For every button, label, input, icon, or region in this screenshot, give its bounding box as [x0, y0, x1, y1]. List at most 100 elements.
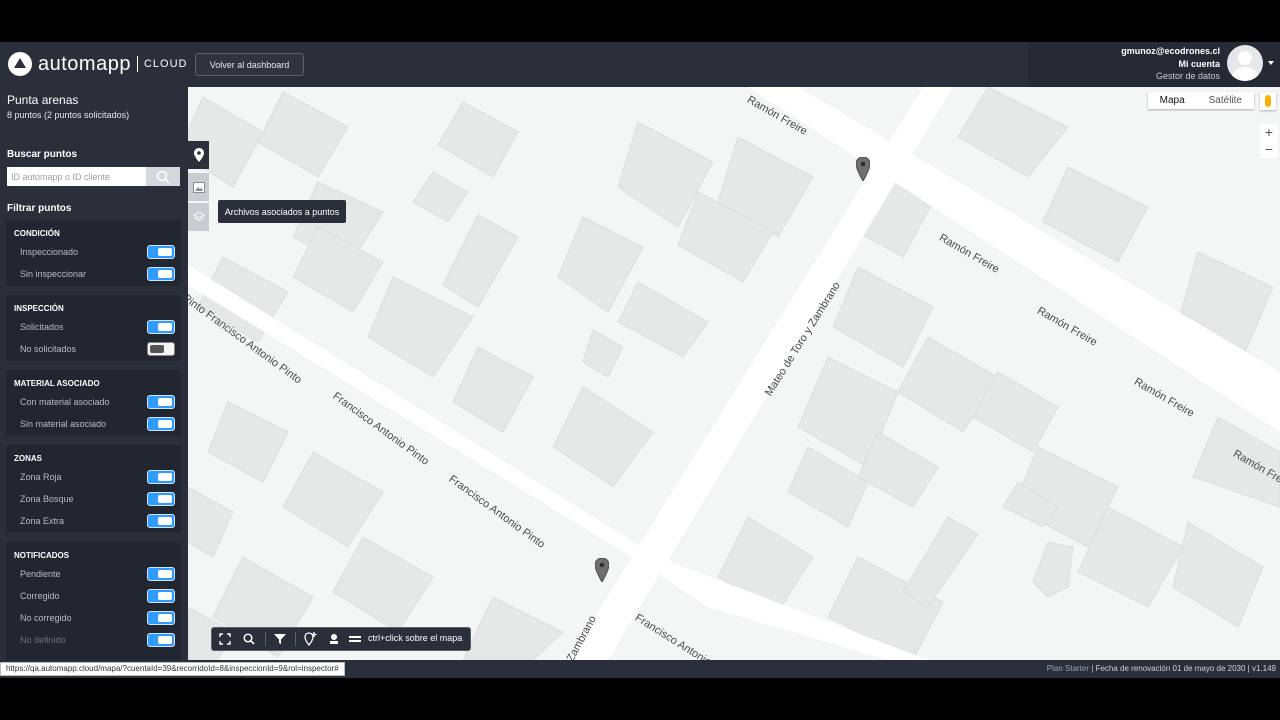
filter-toggle[interactable]: [147, 395, 175, 409]
brand-name: automapp: [38, 52, 131, 75]
map-canvas[interactable]: Ramón Freire Ramón Freire Ramón Freire R…: [188, 87, 1280, 660]
layers-icon: [192, 211, 205, 222]
search-input[interactable]: [7, 167, 146, 186]
map-bottom-toolbar: ctrl+click sobre el mapa: [211, 627, 471, 651]
status-bar: https://qa.automapp.cloud/mapa/?cuentaId…: [0, 660, 1280, 678]
filter-toggle[interactable]: [147, 470, 175, 484]
group-title: ZONAS: [14, 454, 42, 463]
filter-row: Inspeccionado: [20, 245, 175, 259]
filter-heading: Filtrar puntos: [7, 203, 72, 214]
image-file-icon: [192, 181, 205, 193]
search-button[interactable]: [146, 167, 180, 186]
map-search-button[interactable]: [238, 628, 260, 650]
app-window: automapp CLOUD Volver al dashboard gmuno…: [0, 42, 1280, 678]
layers-tool[interactable]: [188, 203, 209, 231]
filter-row: No solicitados: [20, 342, 175, 356]
filter-toggle[interactable]: [147, 589, 175, 603]
filter-toggle[interactable]: [147, 514, 175, 528]
filter-toggle[interactable]: [147, 633, 175, 647]
plan-name: Plan Starter: [1046, 664, 1090, 673]
filter-row: Zona Extra: [20, 514, 175, 528]
toolbar-hint: ctrl+click sobre el mapa: [368, 633, 463, 643]
avatar-body: [1232, 67, 1258, 81]
filter-label: Con material asociado: [20, 397, 110, 407]
filter-row: Sin material asociado: [20, 417, 175, 431]
sidebar: Punta arenas 8 puntos (2 puntos solicita…: [0, 87, 188, 665]
filter-row: Corregido: [20, 589, 175, 603]
search-heading: Buscar puntos: [7, 149, 78, 160]
filter-toggle[interactable]: [147, 320, 175, 334]
filter-row: Pendiente: [20, 567, 175, 581]
filter-group-notificados: NOTIFICADOS Pendiente Corregido No corre…: [6, 542, 181, 665]
user-location-button[interactable]: [323, 628, 345, 650]
renewal-info: | Fecha de renovación 01 de mayo de 2030…: [1091, 664, 1276, 673]
avatar-head: [1238, 51, 1252, 65]
filter-group-material: MATERIAL ASOCIADO Con material asociado …: [6, 370, 181, 436]
chevron-down-icon[interactable]: [1268, 61, 1274, 65]
map-pin-icon[interactable]: [856, 157, 870, 181]
project-subtitle: 8 puntos (2 puntos solicitados): [7, 110, 130, 120]
filter-label: Zona Extra: [20, 516, 65, 526]
street-view-pegman-icon[interactable]: [1260, 92, 1276, 110]
filter-label: Corregido: [20, 591, 60, 601]
filter-toggle[interactable]: [147, 417, 175, 431]
filter-group-zonas: ZONAS Zona Roja Zona Bosque Zona Extra: [6, 445, 181, 533]
filter-label: Inspeccionado: [20, 247, 79, 257]
files-tool[interactable]: [188, 173, 209, 201]
filter-label: Pendiente: [20, 569, 61, 579]
avatar[interactable]: [1227, 45, 1263, 81]
map-tiles: [188, 87, 1280, 660]
filter-row: No definido: [20, 633, 175, 647]
filter-group-inspeccion: INSPECCIÓN Solicitados No solicitados: [6, 295, 181, 361]
group-title: INSPECCIÓN: [14, 304, 64, 313]
filter-label: Solicitados: [20, 322, 64, 332]
filter-button[interactable]: [269, 628, 291, 650]
user-email: gmunoz@ecodrones.cl: [1121, 46, 1220, 56]
filter-row: Zona Roja: [20, 470, 175, 484]
filter-toggle[interactable]: [147, 342, 175, 356]
zoom-out-button[interactable]: −: [1260, 141, 1278, 158]
group-title: NOTIFICADOS: [14, 551, 70, 560]
filter-row: Sin inspeccionar: [20, 267, 175, 281]
ruler-icon: [349, 636, 361, 642]
map-type-satelite[interactable]: Satélite: [1197, 92, 1254, 109]
measure-button[interactable]: [344, 628, 366, 650]
zoom-in-button[interactable]: +: [1260, 124, 1278, 141]
filter-group-condicion: CONDICIÓN Inspeccionado Sin inspeccionar: [6, 220, 181, 286]
points-tool[interactable]: [188, 141, 209, 169]
location-pin-icon: [193, 148, 204, 162]
files-tooltip: Archivos asociados a puntos: [218, 200, 346, 223]
group-title: MATERIAL ASOCIADO: [14, 379, 100, 388]
map-type-mapa[interactable]: Mapa: [1148, 92, 1197, 109]
search-icon: [243, 633, 255, 645]
automapp-logo[interactable]: automapp CLOUD: [8, 52, 187, 76]
filter-toggle[interactable]: [147, 267, 175, 281]
filter-icon: [274, 634, 286, 644]
user-menu[interactable]: gmunoz@ecodrones.cl Mi cuenta Gestor de …: [1028, 42, 1280, 87]
user-role: Gestor de datos: [1155, 71, 1220, 81]
add-location-icon: [303, 632, 316, 646]
filter-toggle[interactable]: [147, 611, 175, 625]
filter-label: No corregido: [20, 613, 72, 623]
back-to-dashboard-button[interactable]: Volver al dashboard: [195, 53, 304, 76]
filter-toggle[interactable]: [147, 245, 175, 259]
project-title: Punta arenas: [7, 93, 79, 107]
plan-info: Plan Starter | Fecha de renovación 01 de…: [1047, 664, 1276, 673]
filter-toggle[interactable]: [147, 492, 175, 506]
logo-divider: [136, 56, 138, 72]
fit-bounds-button[interactable]: [214, 628, 236, 650]
toolbar-divider: [295, 632, 296, 646]
filter-label: No solicitados: [20, 344, 77, 354]
filter-label: No definido: [20, 635, 66, 645]
my-account-link[interactable]: Mi cuenta: [1178, 59, 1220, 69]
filter-row: Con material asociado: [20, 395, 175, 409]
map-pin-icon[interactable]: [595, 558, 609, 582]
group-title: CONDICIÓN: [14, 229, 60, 238]
filter-row: Zona Bosque: [20, 492, 175, 506]
filter-label: Zona Roja: [20, 472, 62, 482]
filter-label: Sin inspeccionar: [20, 269, 87, 279]
add-point-button[interactable]: [299, 628, 321, 650]
filter-toggle[interactable]: [147, 567, 175, 581]
filter-row: No corregido: [20, 611, 175, 625]
zoom-control: + −: [1260, 124, 1278, 158]
